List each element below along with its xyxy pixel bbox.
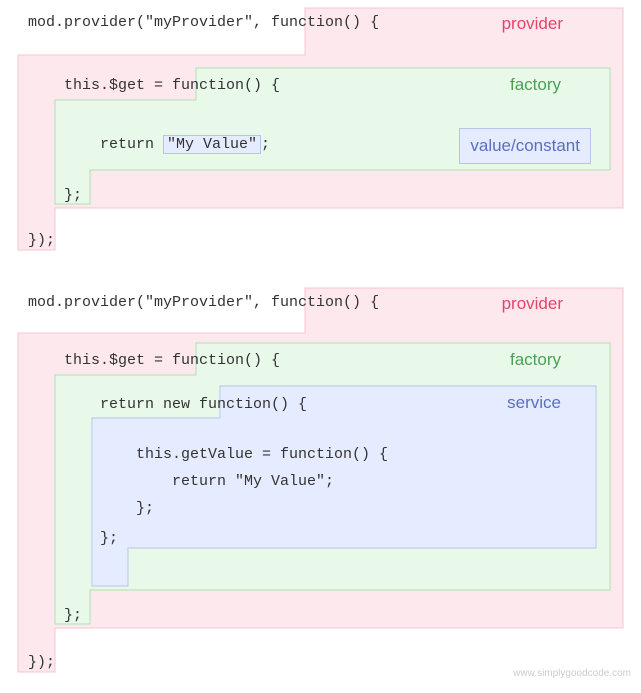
factory-label: factory — [510, 347, 561, 373]
code-line: }; — [0, 496, 154, 522]
code-line: mod.provider("myProvider", function() { — [0, 290, 379, 316]
code-line: this.$get = function() { — [0, 73, 280, 99]
code-text: }; — [28, 607, 82, 624]
value-constant-label: value/constant — [459, 128, 591, 164]
code-line: return new function() { — [0, 392, 307, 418]
code-line: this.$get = function() { — [0, 348, 280, 374]
code-line: }); — [0, 650, 55, 676]
code-text: }); — [28, 654, 55, 671]
code-line: this.getValue = function() { — [0, 442, 388, 468]
code-text: return "My Value"; — [28, 473, 334, 490]
code-line: return "My Value"; — [0, 132, 270, 158]
watermark: www.simplygoodcode.com — [513, 661, 631, 687]
code-text: function() { — [262, 294, 379, 311]
code-line: mod.provider("myProvider", function() { — [0, 10, 379, 36]
code-text: }; — [28, 500, 154, 517]
code-line: return "My Value"; — [0, 469, 334, 495]
provider-label: provider — [502, 11, 563, 37]
code-line: }); — [0, 228, 55, 254]
code-text: this.getValue = function() { — [28, 446, 388, 463]
code-text: return — [28, 136, 163, 153]
code-text: this.$get = — [28, 77, 163, 94]
code-text: this.$get = — [28, 352, 163, 369]
code-text: mod.provider("myProvider", — [28, 14, 262, 31]
code-line: }; — [0, 603, 82, 629]
code-text: function() { — [163, 352, 280, 369]
code-text: }); — [28, 232, 55, 249]
code-text: }; — [28, 530, 118, 547]
code-text: mod.provider("myProvider", — [28, 294, 262, 311]
value-box: "My Value" — [163, 135, 261, 154]
provider-label: provider — [502, 291, 563, 317]
code-text: }; — [28, 187, 82, 204]
diagram-block-2: provider factory service mod.provider("m… — [0, 270, 641, 693]
code-text: function() { — [163, 77, 280, 94]
factory-label: factory — [510, 72, 561, 98]
code-text: function() { — [262, 14, 379, 31]
code-line: }; — [0, 183, 82, 209]
service-label: service — [507, 390, 561, 416]
diagram-block-1: provider factory value/constant mod.prov… — [0, 0, 641, 270]
code-text: return new — [28, 396, 190, 413]
code-text: ; — [261, 136, 270, 153]
code-text: function() { — [190, 396, 307, 413]
code-line: }; — [0, 526, 118, 552]
